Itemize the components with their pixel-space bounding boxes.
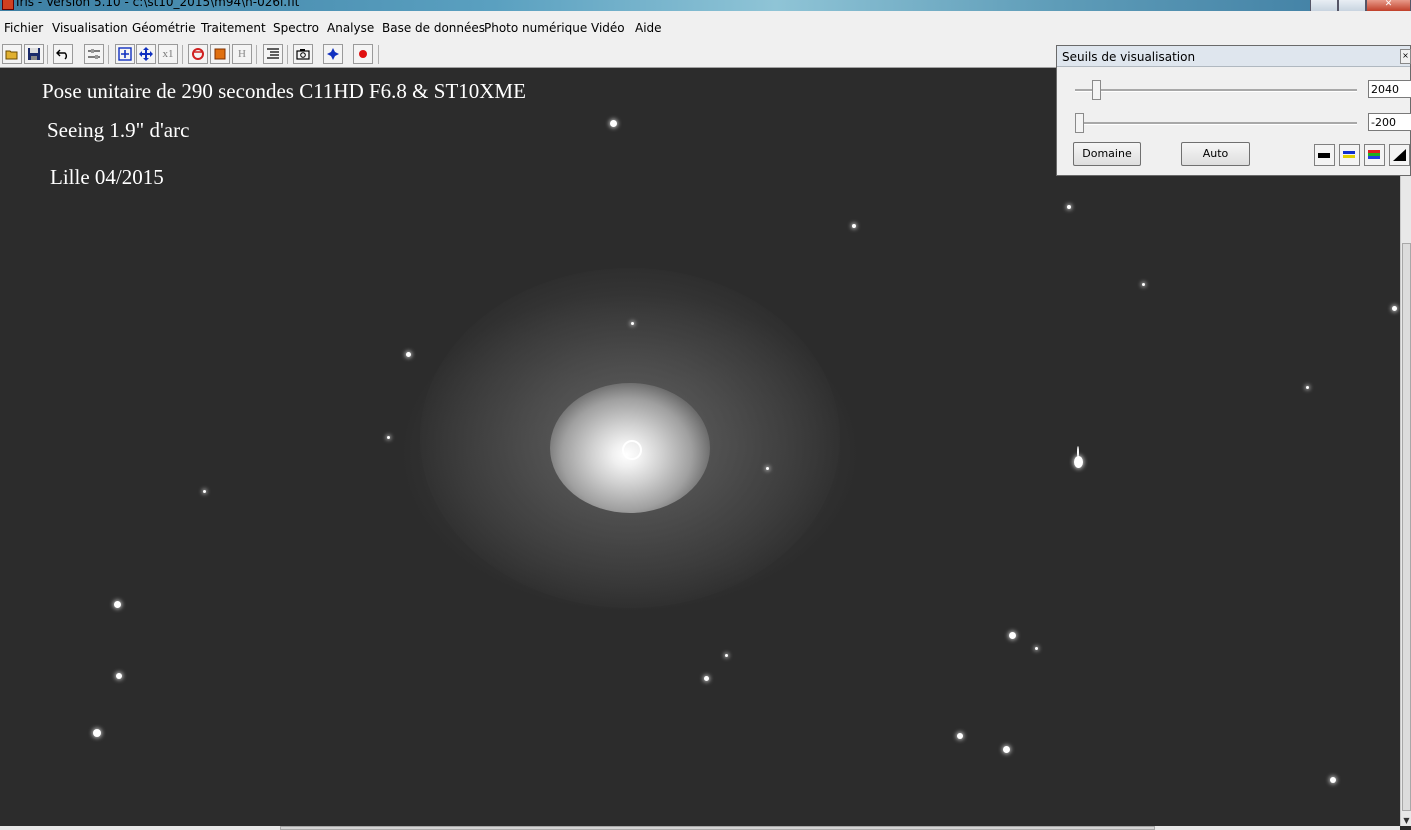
menu-bar: Fichier Visualisation Géométrie Traiteme… [0, 11, 1411, 43]
high-threshold-slider[interactable] [1092, 80, 1101, 100]
dialog-close-icon[interactable]: × [1400, 49, 1411, 64]
image-viewport[interactable]: Pose unitaire de 290 secondes C11HD F6.8… [0, 68, 1400, 826]
star [1392, 306, 1397, 311]
star [957, 733, 963, 739]
star [725, 654, 728, 657]
star [1142, 283, 1145, 286]
menu-photo-numerique[interactable]: Photo numérique [484, 21, 587, 35]
toolbar-separator [256, 45, 257, 64]
menu-base-de-donnees[interactable]: Base de données [382, 21, 485, 35]
palette-black-icon[interactable] [1314, 144, 1335, 166]
palette-gradient-icon[interactable] [1389, 144, 1410, 166]
low-threshold-input[interactable] [1368, 113, 1411, 131]
threshold-icon[interactable] [84, 44, 104, 64]
annotation-location-date: Lille 04/2015 [50, 165, 164, 189]
domain-button[interactable]: Domaine [1073, 142, 1141, 166]
star [704, 676, 709, 681]
star [852, 224, 856, 228]
window-title: Iris - Version 5.10 - c:\st10_2015\m94\n… [16, 0, 300, 9]
star [114, 601, 121, 608]
star [1067, 205, 1071, 209]
menu-spectro[interactable]: Spectro [273, 21, 319, 35]
palette-blue-yellow-icon[interactable] [1339, 144, 1360, 166]
save-icon[interactable] [24, 44, 44, 64]
dialog-title: Seuils de visualisation [1062, 50, 1196, 64]
minimize-button[interactable] [1310, 0, 1338, 11]
zoom-x1-icon[interactable]: x1 [158, 44, 178, 64]
annotation-exposure: Pose unitaire de 290 secondes C11HD F6.8… [42, 79, 526, 103]
star [1306, 386, 1309, 389]
menu-visualisation[interactable]: Visualisation [52, 21, 128, 35]
annotation-seeing: Seeing 1.9" d'arc [47, 118, 190, 142]
star [116, 673, 122, 679]
star [1009, 632, 1016, 639]
star [387, 436, 390, 439]
refresh-icon[interactable] [188, 44, 208, 64]
menu-analyse[interactable]: Analyse [327, 21, 374, 35]
horizontal-scrollbar[interactable] [0, 826, 1400, 830]
color-icon[interactable] [210, 44, 230, 64]
galaxy-nucleus-ring [622, 440, 642, 460]
star [1035, 647, 1038, 650]
maximize-button[interactable] [1338, 0, 1366, 11]
menu-traitement[interactable]: Traitement [201, 21, 266, 35]
vertical-scrollbar[interactable]: ▲ ▼ [1400, 68, 1411, 826]
star [93, 729, 101, 737]
record-icon[interactable] [353, 44, 373, 64]
vertical-scroll-thumb[interactable] [1402, 243, 1411, 811]
thresholds-dialog: Seuils de visualisation × Domaine Auto [1056, 45, 1411, 176]
low-threshold-track[interactable] [1075, 122, 1357, 125]
move-icon[interactable] [136, 44, 156, 64]
camera-icon[interactable] [293, 44, 313, 64]
toolbar-separator [182, 45, 183, 64]
open-icon[interactable] [2, 44, 22, 64]
star [203, 490, 206, 493]
low-threshold-slider[interactable] [1075, 113, 1084, 133]
app-icon [2, 0, 14, 10]
high-threshold-input[interactable] [1368, 80, 1411, 98]
menu-aide[interactable]: Aide [635, 21, 662, 35]
star [1074, 456, 1083, 468]
star [610, 120, 617, 127]
undo-icon[interactable] [53, 44, 73, 64]
menu-geometrie[interactable]: Géométrie [132, 21, 195, 35]
toolbar-separator [378, 45, 379, 64]
window-controls: ✕ [1310, 0, 1411, 11]
dialog-caption: Seuils de visualisation × [1057, 46, 1411, 67]
auto-button[interactable]: Auto [1181, 142, 1250, 166]
zoom-in-icon[interactable] [115, 44, 135, 64]
star [1330, 777, 1336, 783]
list-icon[interactable] [263, 44, 283, 64]
star [1003, 746, 1010, 753]
center-icon[interactable] [323, 44, 343, 64]
palette-rainbow-icon[interactable] [1364, 144, 1385, 166]
title-bar: Iris - Version 5.10 - c:\st10_2015\m94\n… [0, 0, 1411, 11]
star-spike [1077, 446, 1079, 458]
close-button[interactable]: ✕ [1366, 0, 1411, 11]
star [766, 467, 769, 470]
toolbar-separator [287, 45, 288, 64]
scroll-down-icon[interactable]: ▼ [1401, 816, 1411, 826]
star [406, 352, 411, 357]
star [631, 322, 634, 325]
menu-fichier[interactable]: Fichier [4, 21, 43, 35]
menu-video[interactable]: Vidéo [591, 21, 625, 35]
toolbar-separator [108, 45, 109, 64]
histogram-icon[interactable]: H [232, 44, 252, 64]
high-threshold-track[interactable] [1075, 89, 1357, 92]
toolbar-separator [47, 45, 48, 64]
horizontal-scroll-thumb[interactable] [280, 826, 1155, 830]
